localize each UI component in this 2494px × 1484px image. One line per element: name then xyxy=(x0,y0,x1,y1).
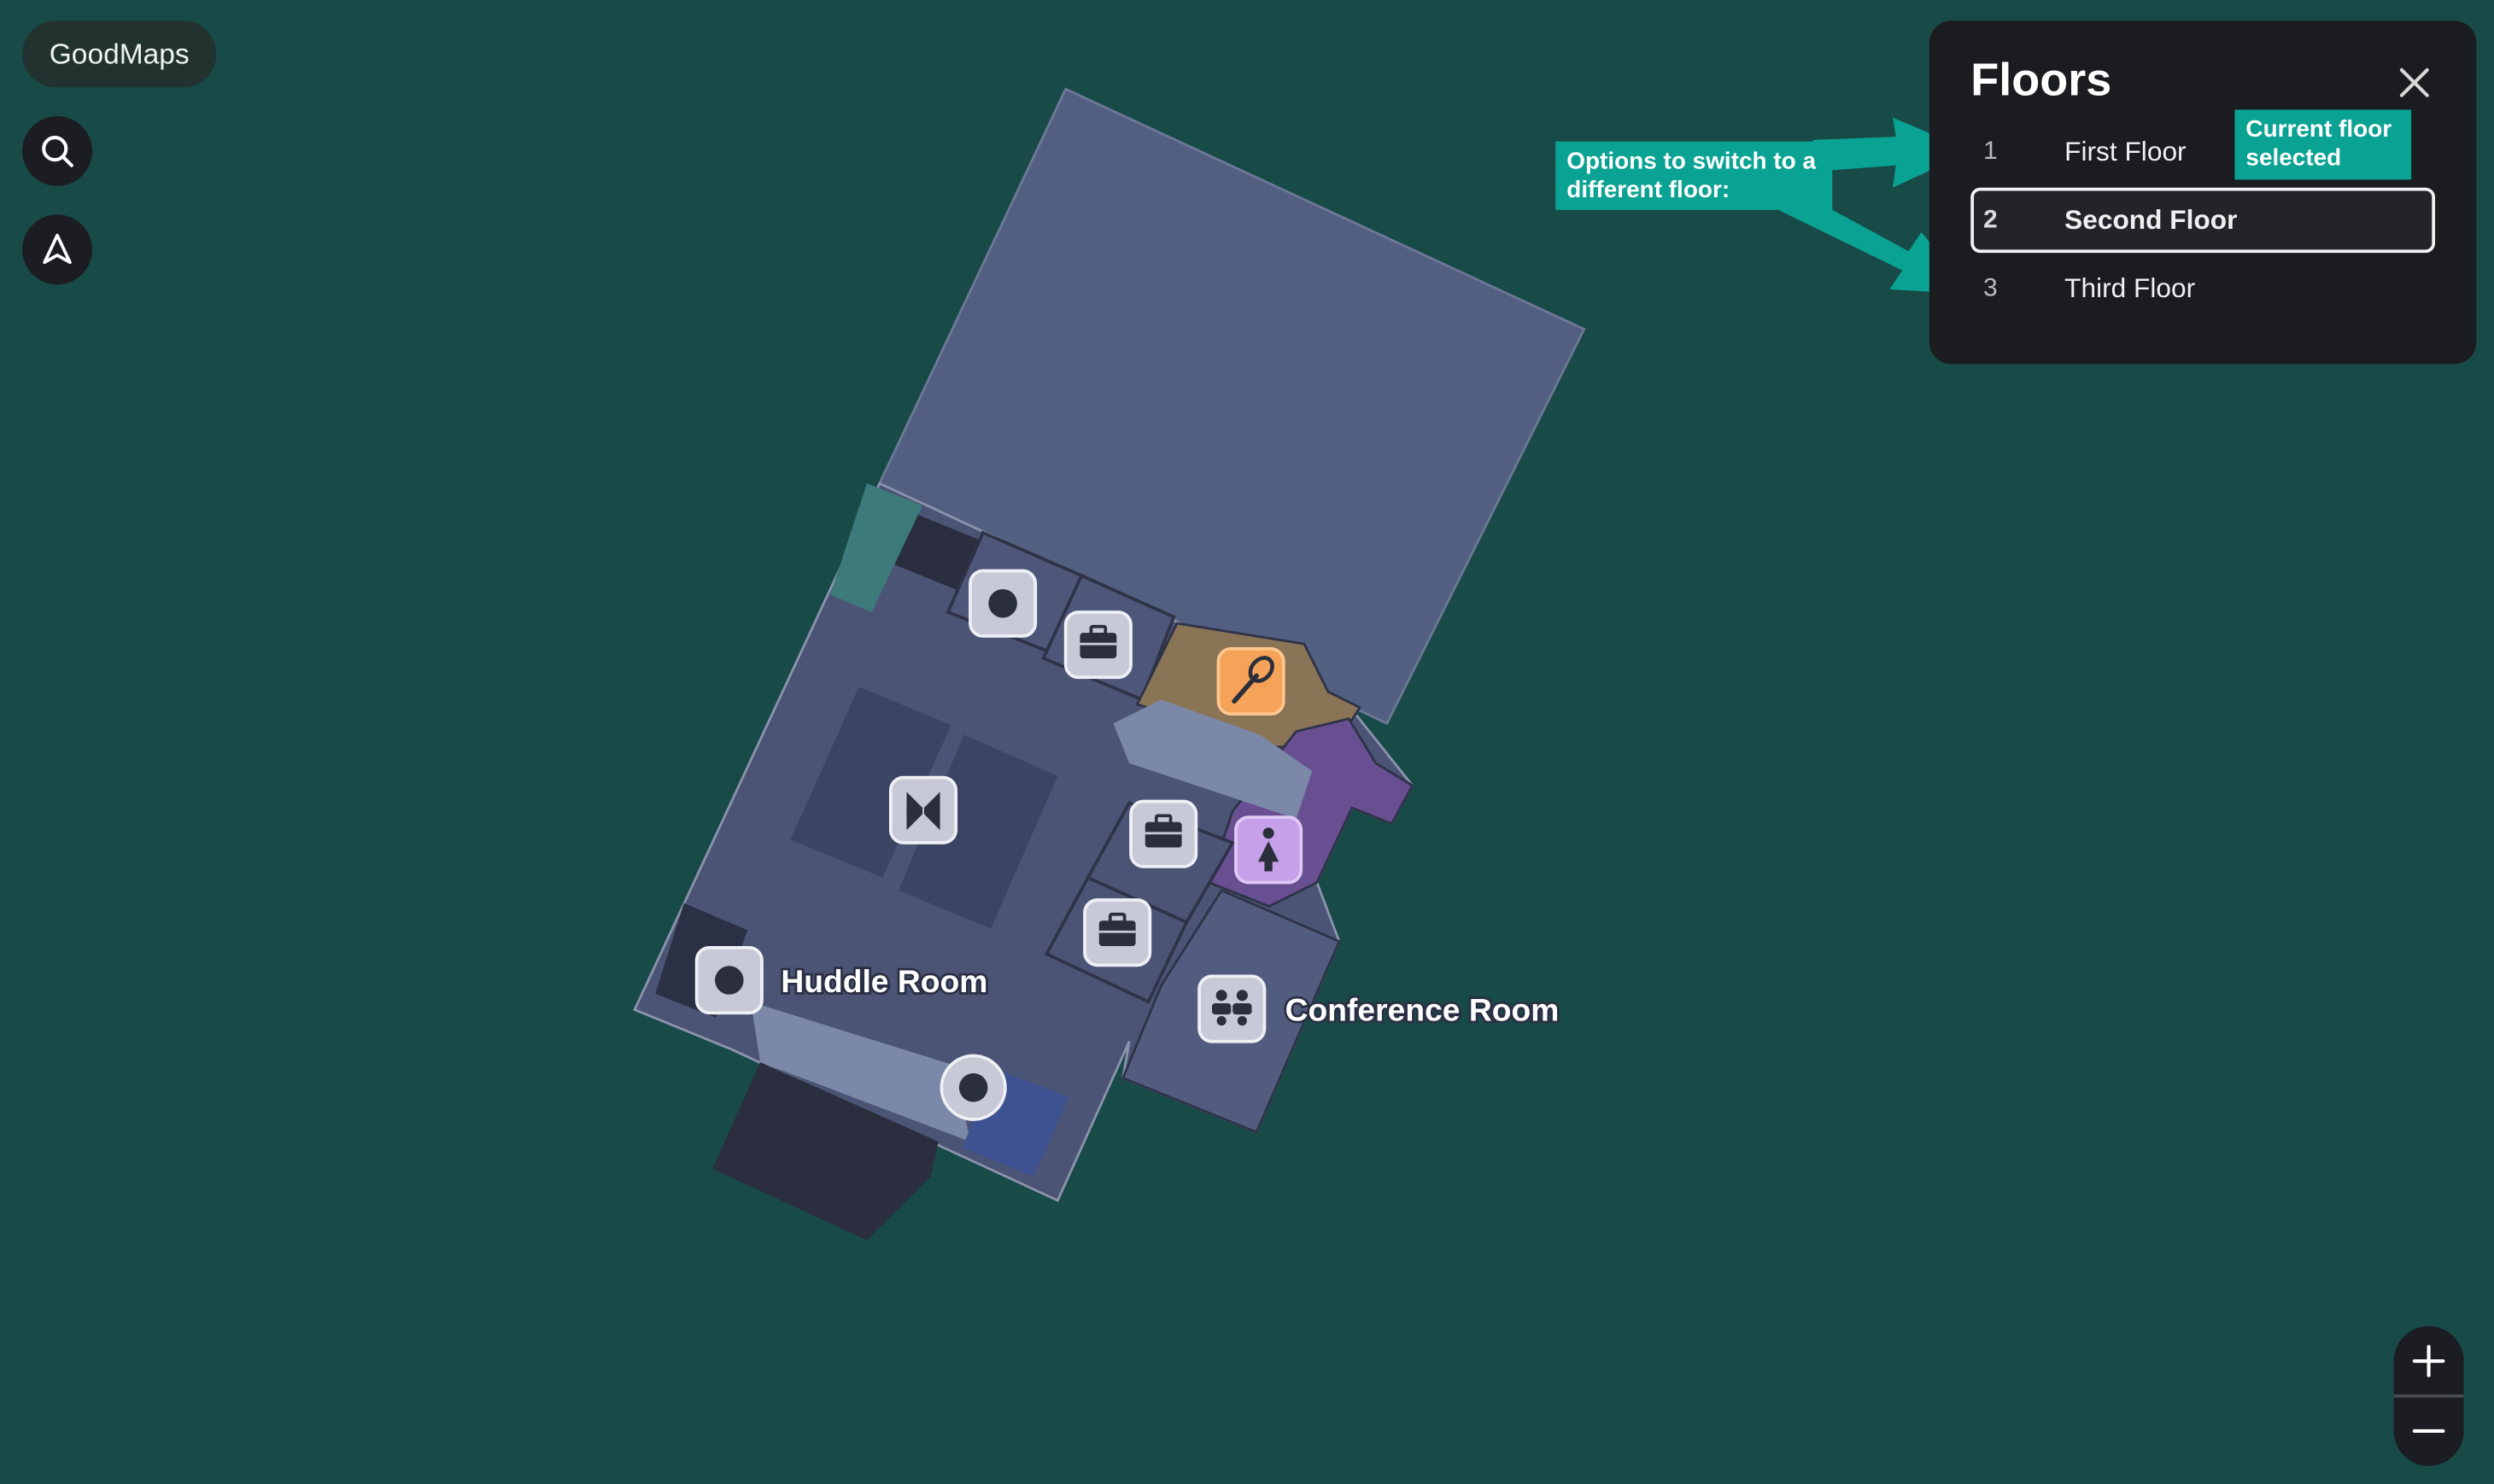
floor-label: Second Floor xyxy=(2064,204,2238,235)
floor-option-third[interactable]: 3 Third Floor xyxy=(1970,256,2435,321)
poi-huddle-room[interactable] xyxy=(694,946,764,1015)
floor-option-second[interactable]: 2 Second Floor xyxy=(1970,187,2436,254)
floor-number: 1 xyxy=(1983,137,1998,165)
annotation-current-floor: Current floor selected xyxy=(2234,109,2412,180)
room-label-huddle: Huddle Room xyxy=(781,963,987,999)
zoom-out-button[interactable] xyxy=(2394,1396,2464,1466)
poi-food[interactable] xyxy=(1216,646,1285,716)
plus-icon xyxy=(2412,1345,2445,1377)
brand-logo[interactable]: GoodMaps xyxy=(22,20,217,88)
poi-marker[interactable] xyxy=(969,569,1038,638)
zoom-control xyxy=(2393,1326,2464,1466)
poi-marker[interactable] xyxy=(940,1054,1007,1121)
poi-elevator[interactable] xyxy=(888,775,958,844)
poi-briefcase[interactable] xyxy=(1129,799,1198,868)
floor-label: First Floor xyxy=(2064,136,2187,167)
search-icon xyxy=(42,136,73,167)
zoom-in-button[interactable] xyxy=(2394,1326,2464,1396)
annotation-switch-floor: Options to switch to a different floor: xyxy=(1555,141,1833,210)
close-icon[interactable] xyxy=(2395,63,2433,102)
poi-restroom[interactable] xyxy=(1234,815,1303,885)
poi-briefcase[interactable] xyxy=(1083,898,1152,967)
locate-button[interactable] xyxy=(22,214,93,285)
floor-number: 3 xyxy=(1983,274,1998,301)
floor-label: Third Floor xyxy=(2064,272,2196,303)
floors-panel: Floors 1 First Floor 2 Second Floor 3 Th… xyxy=(1929,20,2477,365)
poi-briefcase[interactable] xyxy=(1063,611,1133,680)
floors-panel-title: Floors xyxy=(1970,56,2112,107)
room-label-conference: Conference Room xyxy=(1285,992,1560,1028)
poi-conference-room[interactable] xyxy=(1197,974,1267,1043)
floor-number: 2 xyxy=(1983,206,1998,233)
search-button[interactable] xyxy=(22,115,93,186)
navigation-arrow-icon xyxy=(43,233,72,265)
minus-icon xyxy=(2412,1428,2445,1434)
